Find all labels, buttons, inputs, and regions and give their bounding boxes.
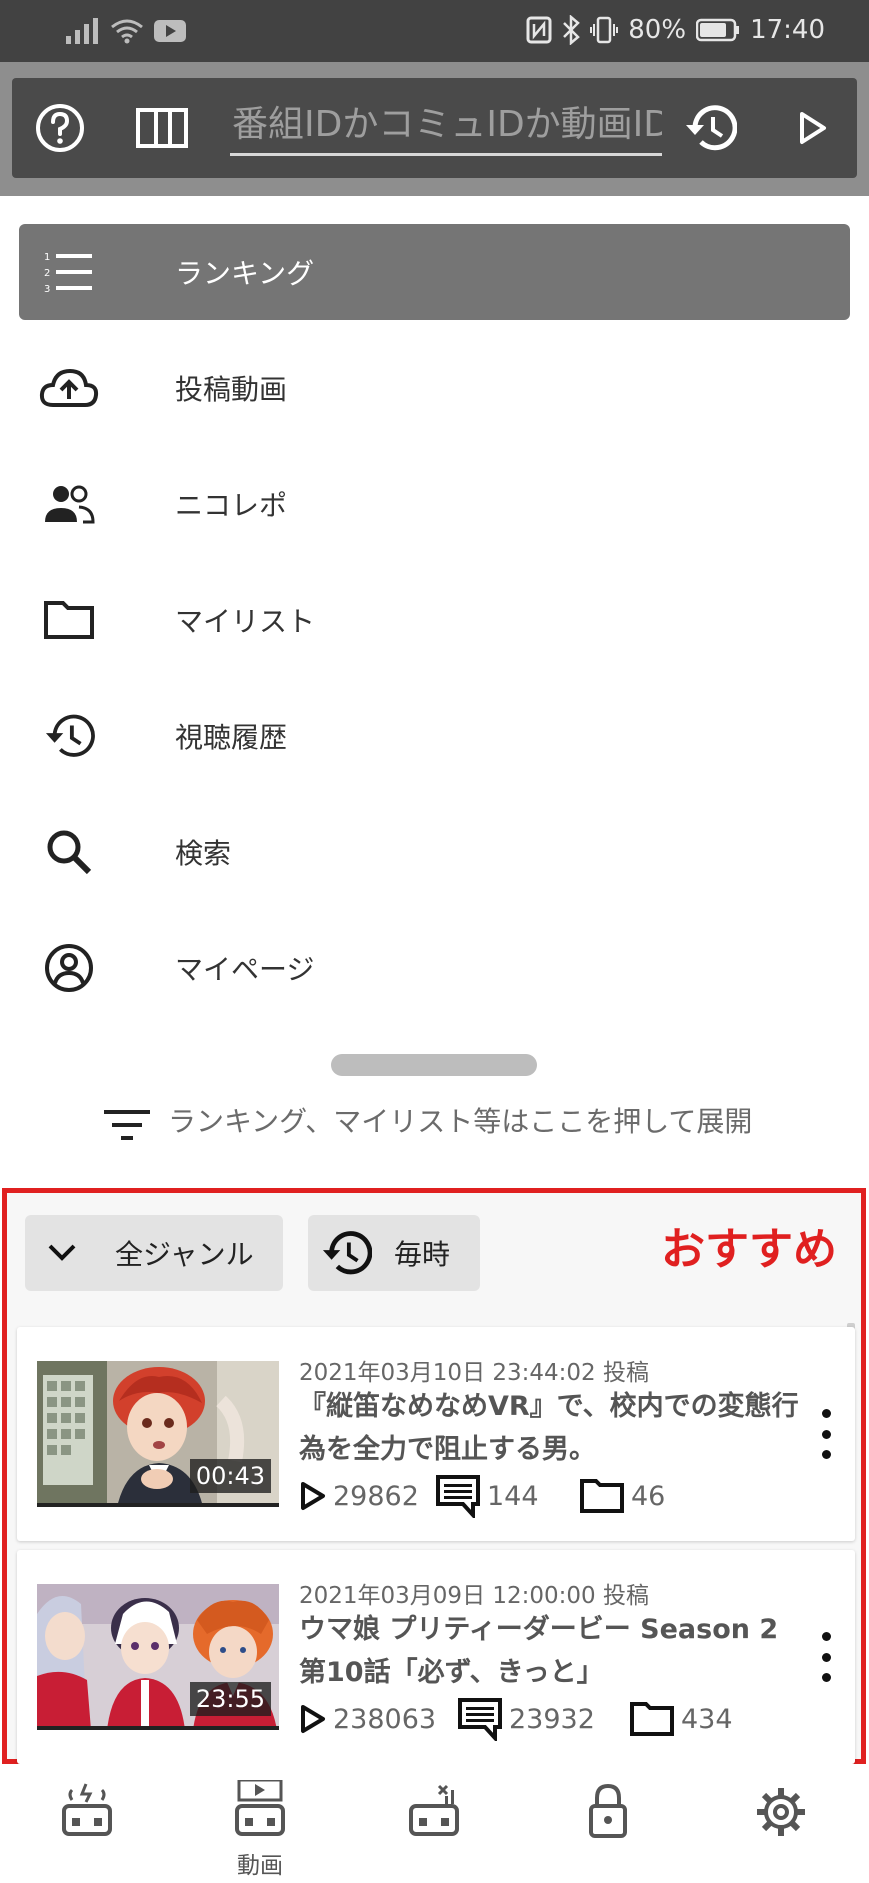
video-title: 『縦笛なめなめVR』で、校内での変態行為を全力で阻止する男。 [299, 1391, 799, 1465]
account-circle-icon [39, 938, 99, 998]
menu-item-label: マイリスト [175, 605, 316, 638]
nav-game[interactable] [374, 1764, 494, 1883]
menu-item-label: 検索 [175, 837, 232, 870]
menu-item-label: ランキング [175, 257, 315, 290]
vibrate-icon [590, 16, 619, 44]
wifi-icon [111, 19, 143, 44]
bluetooth-icon [563, 15, 581, 45]
svg-text:1: 1 [44, 252, 50, 263]
menu-item-mypage[interactable]: マイページ [19, 920, 850, 1016]
view-count: 29862 [299, 1473, 419, 1519]
columns-icon [136, 108, 188, 148]
filter-icon [104, 1110, 150, 1140]
battery-icon [696, 18, 740, 42]
menu-item-label: マイページ [175, 953, 315, 986]
mylist-count: 434 [629, 1696, 733, 1742]
play-button[interactable] [784, 100, 840, 156]
video-stats: 238063 23932 434 [299, 1696, 819, 1742]
status-bar: 80% 17:40 [0, 0, 869, 62]
folder-icon [580, 1479, 624, 1513]
game-icon [409, 1784, 459, 1836]
video-date: 2021年03月09日 12:00:00 投稿 [299, 1583, 649, 1609]
search-input[interactable] [230, 100, 662, 156]
video-stats: 29862 144 46 [299, 1473, 819, 1519]
folder-icon [39, 590, 99, 650]
menu-item-history[interactable]: 視聴履歴 [19, 688, 850, 784]
play-outline-icon [301, 1705, 325, 1733]
view-count: 238063 [299, 1696, 436, 1742]
video-date: 2021年03月10日 23:44:02 投稿 [299, 1360, 649, 1386]
expand-menu-button[interactable]: ランキング、マイリスト等はここを押して展開 [0, 1094, 869, 1154]
nav-live[interactable] [27, 1764, 147, 1883]
nfc-icon [526, 16, 552, 44]
menu-item-label: 投稿動画 [175, 373, 288, 406]
menu-item-uploads[interactable]: 投稿動画 [19, 340, 850, 436]
history-button[interactable] [682, 100, 738, 156]
settings-gear-icon [757, 1788, 805, 1836]
svg-text:3: 3 [44, 284, 50, 294]
nav-video-label: 動画 [237, 1853, 283, 1879]
video-title: ウマ娘 プリティーダービー Season 2 第10話「必ず、きっと」 [299, 1614, 779, 1688]
time-chip-label: 毎時 [394, 1238, 451, 1271]
columns-button[interactable] [134, 100, 190, 156]
people-icon [39, 474, 99, 534]
nav-settings[interactable] [721, 1764, 841, 1883]
navigation-menu: 1 2 3 ランキング 投稿動画 ニコレポ マイリスト 視聴履歴 検索 マイページ [0, 196, 869, 1046]
play-outline-icon [301, 1482, 325, 1510]
bottom-navigation: 動画 [0, 1764, 869, 1883]
menu-item-nicorepo[interactable]: ニコレポ [19, 456, 850, 552]
folder-icon [630, 1702, 674, 1736]
video-thumbnail[interactable]: 00:43 [37, 1361, 279, 1507]
genre-chip-label: 全ジャンル [115, 1238, 254, 1271]
time-span-button[interactable]: 毎時 [308, 1215, 480, 1291]
nav-lock[interactable] [548, 1764, 668, 1883]
ranking-list-icon: 1 2 3 [39, 242, 99, 302]
cloud-upload-icon [39, 358, 99, 418]
live-broadcast-icon [62, 1783, 112, 1836]
youtube-notification-icon [154, 20, 186, 42]
menu-item-label: 視聴履歴 [175, 721, 288, 754]
recommended-panel: 全ジャンル 毎時 おすすめ 00:43 2021年03月10日 23:44:02… [2, 1188, 866, 1764]
help-button[interactable] [32, 100, 88, 156]
genre-dropdown[interactable]: 全ジャンル [25, 1215, 283, 1291]
mylist-count: 46 [579, 1473, 665, 1519]
video-duration: 00:43 [189, 1459, 271, 1493]
search-icon [39, 822, 99, 882]
video-thumbnail[interactable]: 23:55 [37, 1584, 279, 1730]
comment-count: 144 [435, 1473, 539, 1519]
battery-percent: 80% [628, 15, 687, 45]
video-duration: 23:55 [189, 1682, 271, 1716]
svg-text:2: 2 [44, 268, 50, 279]
top-toolbar [12, 78, 857, 178]
recommended-title: おすすめ [661, 1224, 837, 1275]
expand-hint-text: ランキング、マイリスト等はここを押して展開 [168, 1105, 753, 1138]
menu-item-label: ニコレポ [175, 489, 288, 522]
history-icon [39, 706, 99, 766]
menu-item-search[interactable]: 検索 [19, 804, 850, 900]
history-icon [686, 105, 737, 151]
video-card[interactable]: 00:43 2021年03月10日 23:44:02 投稿 『縦笛なめなめVR』… [17, 1327, 855, 1541]
clock: 17:40 [750, 15, 825, 45]
play-icon [800, 112, 826, 144]
history-icon [322, 1231, 372, 1275]
drawer-handle[interactable] [331, 1054, 537, 1076]
video-card[interactable]: 23:55 2021年03月09日 12:00:00 投稿 ウマ娘 プリティーダ… [17, 1550, 855, 1764]
nav-video[interactable]: 動画 [200, 1764, 320, 1883]
menu-item-ranking[interactable]: 1 2 3 ランキング [19, 224, 850, 320]
signal-icon [66, 18, 98, 44]
help-circle-icon [36, 104, 84, 152]
more-options-button[interactable] [811, 1409, 841, 1459]
comment-icon [458, 1698, 502, 1741]
chevron-down-icon [48, 1244, 76, 1261]
video-icon [235, 1780, 285, 1836]
comment-icon [436, 1475, 480, 1518]
more-options-button[interactable] [811, 1632, 841, 1682]
lock-icon [589, 1783, 627, 1838]
comment-count: 23932 [457, 1696, 595, 1742]
menu-item-mylist[interactable]: マイリスト [19, 572, 850, 668]
